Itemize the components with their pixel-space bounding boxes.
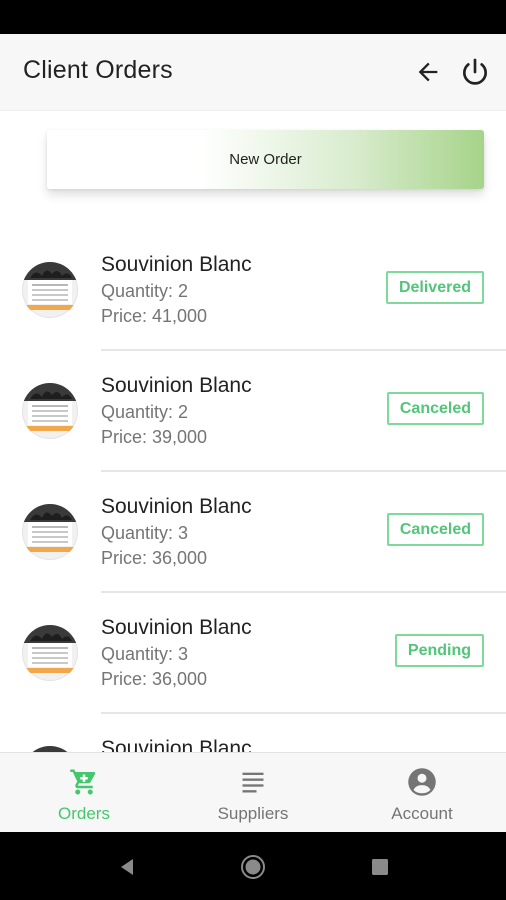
- list-icon: [238, 767, 268, 797]
- order-product-name: Souvinion Blanc: [101, 495, 252, 518]
- square-recents-icon: [372, 859, 388, 875]
- order-product-name: Souvinion Blanc: [101, 737, 252, 752]
- order-row[interactable]: Souvinion Blanc Quantity: 3 Price: 36,00…: [0, 593, 506, 714]
- order-row[interactable]: Souvinion Blanc Quantity: 2 Price: 41,00…: [0, 230, 506, 351]
- order-price: Price: 36,000: [101, 669, 208, 689]
- order-row[interactable]: Souvinion Blanc: [0, 714, 506, 752]
- nav-orders[interactable]: Orders: [0, 753, 168, 833]
- order-price: Price: 36,000: [101, 548, 208, 568]
- order-quantity: Quantity: 3: [101, 523, 189, 543]
- status-badge: Canceled: [386, 392, 484, 425]
- cart-icon: [69, 767, 99, 797]
- nav-label-orders: Orders: [58, 804, 110, 823]
- status-badge: Delivered: [385, 271, 484, 304]
- order-row[interactable]: Souvinion Blanc Quantity: 2 Price: 39,00…: [0, 351, 506, 472]
- triangle-back-icon: [121, 859, 133, 875]
- account-icon: [407, 767, 437, 797]
- system-back-button[interactable]: [114, 854, 140, 880]
- order-quantity: Quantity: 2: [101, 402, 189, 422]
- wine-label-image: [22, 383, 78, 431]
- order-product-name: Souvinion Blanc: [101, 616, 252, 639]
- power-icon: [463, 58, 487, 85]
- order-product-name: Souvinion Blanc: [101, 374, 252, 397]
- status-badge: Pending: [394, 634, 484, 667]
- nav-account[interactable]: Account: [338, 753, 506, 833]
- status-bar: [0, 0, 506, 34]
- wine-label-image: [22, 262, 78, 310]
- page-title: Client Orders: [23, 56, 173, 84]
- product-thumbnail: [22, 625, 78, 681]
- power-button[interactable]: [457, 54, 493, 90]
- wine-label-image: [22, 625, 78, 673]
- system-navigation-bar: [0, 832, 506, 900]
- status-badge: Canceled: [386, 513, 484, 546]
- product-thumbnail: [22, 262, 78, 318]
- order-quantity: Quantity: 3: [101, 644, 189, 664]
- order-product-name: Souvinion Blanc: [101, 253, 252, 276]
- order-price: Price: 39,000: [101, 427, 208, 447]
- system-recents-button[interactable]: [367, 854, 393, 880]
- circle-home-icon: [241, 855, 265, 879]
- app-bar: Client Orders: [0, 34, 506, 111]
- wine-label-image: [22, 504, 78, 552]
- product-thumbnail: [22, 504, 78, 560]
- system-home-button[interactable]: [240, 854, 266, 880]
- orders-list: Souvinion Blanc Quantity: 2 Price: 41,00…: [0, 230, 506, 752]
- back-button[interactable]: [410, 54, 446, 90]
- back-arrow-icon: [418, 62, 438, 82]
- product-thumbnail: [22, 383, 78, 439]
- nav-label-suppliers: Suppliers: [217, 804, 289, 823]
- nav-suppliers[interactable]: Suppliers: [169, 753, 337, 833]
- new-order-button[interactable]: New Order: [47, 130, 484, 189]
- order-price: Price: 41,000: [101, 306, 208, 326]
- bottom-navigation: Orders Suppliers Account: [0, 752, 506, 833]
- order-row[interactable]: Souvinion Blanc Quantity: 3 Price: 36,00…: [0, 472, 506, 593]
- order-quantity: Quantity: 2: [101, 281, 189, 301]
- nav-label-account: Account: [391, 804, 453, 823]
